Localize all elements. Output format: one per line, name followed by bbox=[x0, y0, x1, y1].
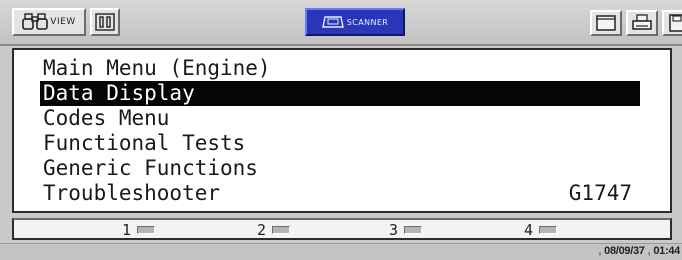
scanner-label: SCANNER bbox=[346, 17, 389, 27]
function-key-4[interactable]: 4 bbox=[524, 221, 558, 239]
function-key-2-indicator bbox=[272, 226, 291, 234]
binoculars-icon bbox=[22, 13, 49, 30]
status-bar: , 08/09/37, 01:44 bbox=[0, 243, 682, 260]
menu-item-troubleshooter-row[interactable]: Troubleshooter G1747 bbox=[40, 181, 640, 206]
function-key-3-indicator bbox=[404, 226, 423, 234]
print-button[interactable] bbox=[626, 10, 658, 36]
function-key-3-label: 3 bbox=[389, 221, 399, 239]
menu-item-data-display[interactable]: Data Display bbox=[40, 81, 640, 106]
window-icon bbox=[596, 15, 616, 31]
menu-item-codes-menu[interactable]: Codes Menu bbox=[40, 106, 640, 131]
pause-icon bbox=[95, 13, 115, 31]
function-key-4-indicator bbox=[539, 226, 558, 234]
scanner-button[interactable]: SCANNER bbox=[305, 8, 405, 36]
status-separator: , bbox=[647, 245, 651, 257]
save-icon bbox=[669, 14, 682, 32]
status-time: 01:44 bbox=[653, 245, 680, 257]
function-key-4-label: 4 bbox=[524, 221, 534, 239]
status-separator: , bbox=[598, 245, 602, 257]
function-key-2-label: 2 bbox=[257, 221, 267, 239]
function-key-1-indicator bbox=[137, 226, 156, 234]
printer-icon bbox=[632, 14, 652, 30]
function-key-bar: 1 2 3 4 bbox=[12, 218, 672, 240]
pause-button[interactable] bbox=[90, 8, 120, 36]
screen-code: G1747 bbox=[568, 181, 632, 205]
status-datetime: , 08/09/37, 01:44 bbox=[595, 245, 680, 257]
save-button[interactable] bbox=[662, 10, 682, 36]
view-button[interactable]: VIEW bbox=[12, 8, 86, 36]
window-button[interactable] bbox=[590, 10, 622, 36]
view-label: VIEW bbox=[50, 17, 76, 27]
status-date: 08/09/37 bbox=[604, 245, 645, 257]
function-key-1[interactable]: 1 bbox=[122, 221, 156, 239]
function-key-2[interactable]: 2 bbox=[257, 221, 291, 239]
toolbar: VIEW SCANNER bbox=[0, 0, 682, 46]
menu-item-troubleshooter: Troubleshooter bbox=[43, 181, 221, 205]
function-key-1-label: 1 bbox=[122, 221, 132, 239]
scanner-device-icon bbox=[321, 16, 344, 28]
menu-item-functional-tests[interactable]: Functional Tests bbox=[40, 131, 640, 156]
menu-title: Main Menu (Engine) bbox=[43, 56, 271, 80]
menu-item-generic-functions[interactable]: Generic Functions bbox=[40, 156, 640, 181]
main-menu: Main Menu (Engine) Data Display Codes Me… bbox=[40, 56, 640, 206]
scanner-window: VIEW SCANNER Main Menu (Engine) Data Dis… bbox=[0, 0, 682, 260]
function-key-3[interactable]: 3 bbox=[389, 221, 423, 239]
display-screen: Main Menu (Engine) Data Display Codes Me… bbox=[12, 48, 672, 213]
